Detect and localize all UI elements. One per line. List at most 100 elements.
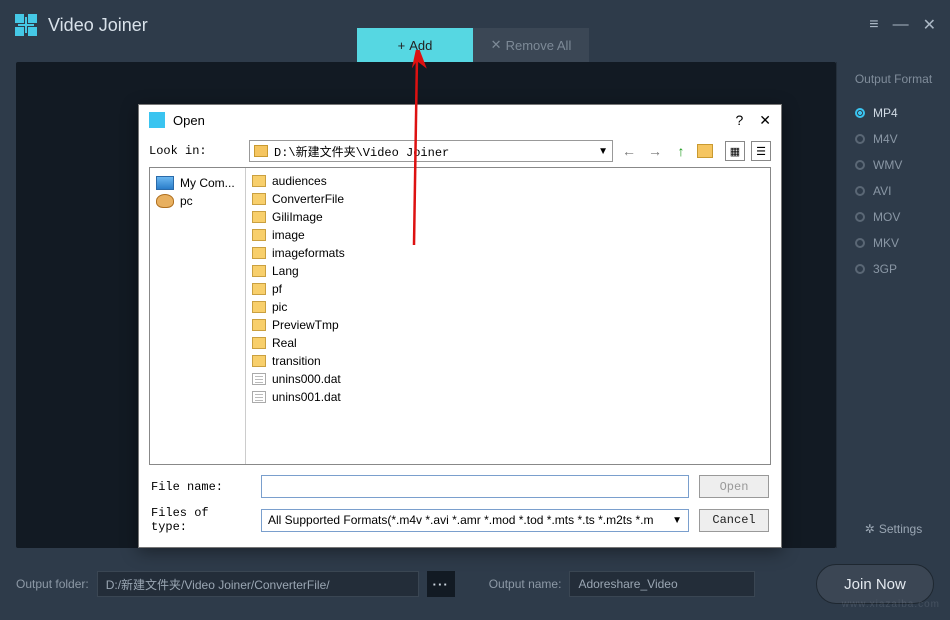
list-item[interactable]: pic	[252, 298, 764, 316]
file-name: image	[272, 228, 305, 242]
folder-icon	[252, 355, 266, 367]
folder-icon	[252, 283, 266, 295]
file-name: Lang	[272, 264, 299, 278]
dialog-open-button[interactable]: Open	[699, 475, 769, 498]
add-button-label: Add	[409, 38, 432, 53]
folder-icon	[252, 211, 266, 223]
folder-icon	[252, 247, 266, 259]
user-icon	[156, 194, 174, 208]
file-type-value: All Supported Formats(*.m4v *.avi *.amr …	[268, 513, 653, 527]
folder-icon	[252, 319, 266, 331]
dialog-help-icon[interactable]: ?	[735, 112, 743, 129]
file-name: pic	[272, 300, 287, 314]
place-mycom[interactable]: My Com...	[154, 174, 241, 192]
new-folder-icon[interactable]	[697, 144, 713, 158]
list-item[interactable]: image	[252, 226, 764, 244]
places-panel: My Com... pc	[150, 168, 246, 464]
dialog-close-icon[interactable]: ✕	[759, 112, 771, 129]
list-item[interactable]: Real	[252, 334, 764, 352]
lookin-combobox[interactable]: D:\新建文件夹\Video Joiner ▼	[249, 140, 613, 162]
file-name-input[interactable]	[261, 475, 689, 498]
app-title: Video Joiner	[48, 15, 148, 36]
computer-icon	[156, 176, 174, 190]
plus-icon: +	[398, 38, 406, 53]
nav-up-icon[interactable]: ↑	[671, 141, 691, 161]
open-file-dialog: Open ? ✕ Look in: D:\新建文件夹\Video Joiner …	[138, 104, 782, 548]
list-item[interactable]: unins000.dat	[252, 370, 764, 388]
window-close-icon[interactable]: ✕	[923, 15, 936, 35]
output-folder-input[interactable]	[97, 571, 419, 597]
tab-strip: + Add ✕ Remove All	[357, 28, 589, 62]
lookin-path: D:\新建文件夹\Video Joiner	[274, 143, 598, 160]
list-item[interactable]: unins001.dat	[252, 388, 764, 406]
remove-all-button[interactable]: ✕ Remove All	[473, 28, 589, 62]
format-option-avi[interactable]: AVI	[837, 178, 950, 204]
format-option-mkv[interactable]: MKV	[837, 230, 950, 256]
file-list[interactable]: audiences ConverterFile GiliImage image imag…	[246, 168, 770, 464]
nav-forward-icon[interactable]: →	[645, 141, 665, 161]
browse-folder-button[interactable]: ···	[427, 571, 455, 597]
radio-icon	[855, 238, 865, 248]
radio-icon	[855, 212, 865, 222]
window-menu-icon[interactable]: ≡	[869, 16, 878, 34]
output-name-input[interactable]	[569, 571, 755, 597]
window-minimize-icon[interactable]: —	[893, 16, 909, 34]
nav-back-icon[interactable]: ←	[619, 141, 639, 161]
dialog-titlebar[interactable]: Open ? ✕	[139, 105, 781, 135]
file-name: ConverterFile	[272, 192, 344, 206]
file-name: GiliImage	[272, 210, 323, 224]
file-type-combobox[interactable]: All Supported Formats(*.m4v *.avi *.amr …	[261, 509, 689, 532]
bottom-bar: Output folder: ··· Output name: Join Now	[16, 566, 934, 602]
radio-icon	[855, 134, 865, 144]
folder-icon	[252, 229, 266, 241]
radio-icon	[855, 264, 865, 274]
list-item[interactable]: ConverterFile	[252, 190, 764, 208]
view-grid-icon[interactable]: ▦	[725, 141, 745, 161]
join-now-button[interactable]: Join Now	[816, 564, 934, 604]
lookin-label: Look in:	[149, 144, 243, 158]
folder-icon	[252, 193, 266, 205]
output-folder-label: Output folder:	[16, 577, 89, 591]
file-name: pf	[272, 282, 282, 296]
sidebar-title: Output Format	[837, 72, 950, 86]
format-option-m4v[interactable]: M4V	[837, 126, 950, 152]
format-label: MOV	[873, 210, 900, 224]
file-name: unins001.dat	[272, 390, 341, 404]
dialog-toolbar: Look in: D:\新建文件夹\Video Joiner ▼ ← → ↑ ▦…	[139, 135, 781, 167]
format-option-mov[interactable]: MOV	[837, 204, 950, 230]
list-item[interactable]: pf	[252, 280, 764, 298]
place-label: My Com...	[180, 176, 235, 190]
list-item[interactable]: imageformats	[252, 244, 764, 262]
list-item[interactable]: GiliImage	[252, 208, 764, 226]
file-name: imageformats	[272, 246, 345, 260]
add-button[interactable]: + Add	[357, 28, 473, 62]
folder-icon	[252, 337, 266, 349]
settings-button[interactable]: Settings	[837, 522, 950, 536]
format-option-mp4[interactable]: MP4	[837, 100, 950, 126]
format-label: WMV	[873, 158, 902, 172]
list-item[interactable]: audiences	[252, 172, 764, 190]
list-item[interactable]: transition	[252, 352, 764, 370]
format-option-3gp[interactable]: 3GP	[837, 256, 950, 282]
place-label: pc	[180, 194, 193, 208]
file-type-label: Files of type:	[151, 506, 251, 534]
view-list-icon[interactable]: ☰	[751, 141, 771, 161]
file-icon	[252, 373, 266, 385]
folder-icon	[252, 301, 266, 313]
app-logo-icon	[14, 13, 38, 37]
format-label: MP4	[873, 106, 898, 120]
list-item[interactable]: Lang	[252, 262, 764, 280]
radio-icon	[855, 186, 865, 196]
place-pc[interactable]: pc	[154, 192, 241, 210]
dialog-title: Open	[173, 113, 205, 128]
output-format-sidebar: Output Format MP4 M4V WMV AVI MOV MKV3GP Sett…	[836, 62, 950, 548]
format-label: AVI	[873, 184, 891, 198]
format-option-wmv[interactable]: WMV	[837, 152, 950, 178]
dialog-cancel-button[interactable]: Cancel	[699, 509, 769, 532]
file-name: Real	[272, 336, 297, 350]
close-icon: ✕	[491, 37, 502, 53]
list-item[interactable]: PreviewTmp	[252, 316, 764, 334]
file-name: PreviewTmp	[272, 318, 339, 332]
radio-icon	[855, 108, 865, 118]
file-name: transition	[272, 354, 321, 368]
